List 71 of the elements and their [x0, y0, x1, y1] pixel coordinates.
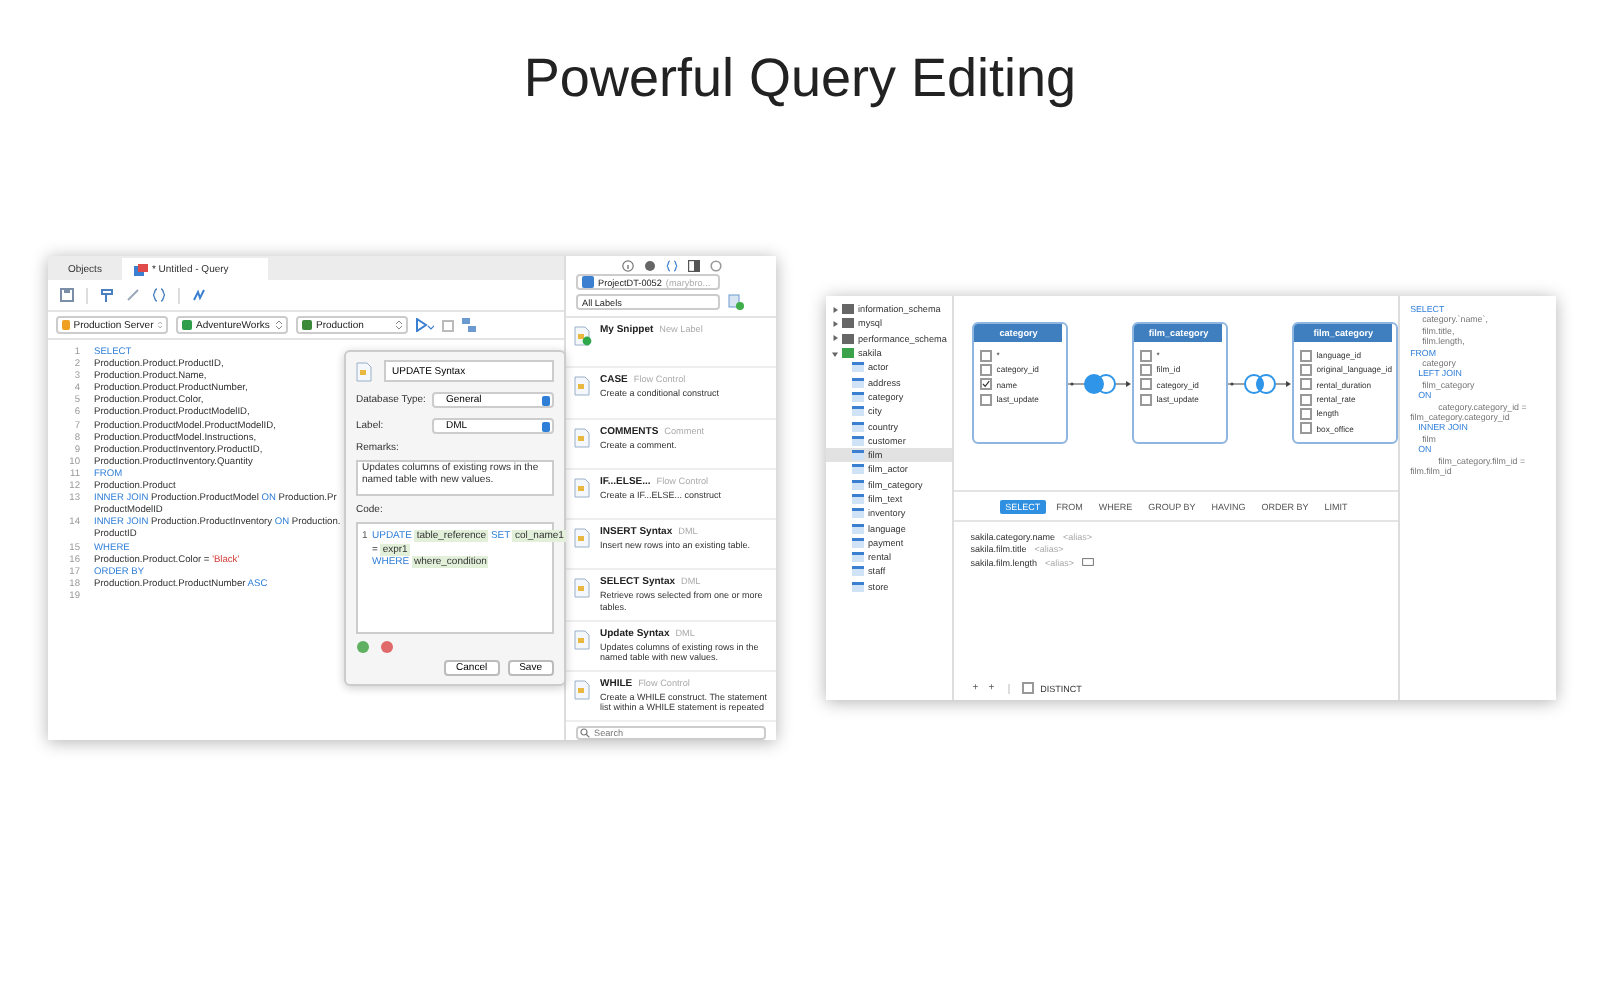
- headline: Powerful Query Editing: [521, 46, 1079, 112]
- snippet-icon: [574, 427, 592, 448]
- checkbox[interactable]: [1140, 378, 1153, 391]
- table-icon: [852, 377, 864, 388]
- save-icon[interactable]: [60, 288, 74, 302]
- table-icon: [852, 508, 864, 519]
- snippet-icon: [356, 361, 374, 381]
- checkbox[interactable]: [980, 363, 993, 376]
- panel-icon[interactable]: [687, 260, 699, 272]
- stop-icon[interactable]: [442, 319, 454, 331]
- add-snippet-icon[interactable]: [728, 294, 744, 310]
- table-icon: [852, 566, 864, 577]
- disclosure-icon[interactable]: [832, 349, 838, 358]
- snippet-icon: [574, 477, 592, 498]
- info-icon[interactable]: [621, 260, 633, 272]
- snippet-icon: [574, 629, 592, 650]
- checkbox[interactable]: [1300, 349, 1313, 362]
- table-icon: [852, 406, 864, 417]
- table-icon: [852, 362, 864, 373]
- table-icon: [852, 391, 864, 402]
- checkbox[interactable]: [1300, 422, 1313, 435]
- connection-icon: [62, 320, 70, 330]
- explain-icon[interactable]: [462, 318, 476, 332]
- table-icon: [852, 537, 864, 548]
- checkbox[interactable]: [1300, 407, 1313, 420]
- table-icon: [852, 552, 864, 563]
- user-snippet-icon: [574, 326, 592, 346]
- run-icon[interactable]: [416, 318, 434, 332]
- checkbox[interactable]: [980, 393, 993, 406]
- updown-icon: [276, 320, 282, 330]
- expression-icon[interactable]: [1082, 558, 1095, 567]
- table-icon: [852, 450, 864, 461]
- braces-icon[interactable]: [665, 260, 677, 272]
- updown-icon: [157, 320, 162, 330]
- chart-icon[interactable]: [192, 288, 206, 302]
- table-icon: [852, 464, 864, 475]
- snippet-icon: [574, 528, 592, 549]
- checkbox[interactable]: [1300, 378, 1313, 391]
- table-icon: [852, 479, 864, 490]
- disclosure-icon[interactable]: [832, 305, 838, 314]
- query-icon: [133, 263, 148, 275]
- search-icon: [580, 728, 590, 739]
- project-icon: [582, 276, 594, 288]
- table-icon: [852, 494, 864, 504]
- checkbox[interactable]: [1300, 393, 1313, 406]
- updown-icon: [396, 320, 402, 330]
- disclosure-icon[interactable]: [832, 334, 838, 343]
- add-icon[interactable]: [356, 640, 370, 654]
- braces-icon[interactable]: [152, 288, 166, 302]
- checkbox[interactable]: [1140, 363, 1153, 376]
- table-icon: [852, 523, 864, 534]
- dropdown-icon: [542, 395, 550, 405]
- connection-icon: [302, 320, 312, 330]
- checkbox[interactable]: [1140, 349, 1153, 362]
- snippet-icon: [574, 376, 592, 397]
- table-icon: [852, 421, 864, 432]
- snippet-icon: [574, 680, 592, 701]
- remove-icon[interactable]: [380, 640, 394, 654]
- connection-icon: [182, 320, 192, 330]
- checkbox[interactable]: [980, 349, 993, 362]
- disclosure-icon[interactable]: [832, 319, 838, 328]
- checkbox[interactable]: [1140, 393, 1153, 406]
- checkbox[interactable]: [1300, 363, 1313, 376]
- checkbox[interactable]: [1022, 682, 1035, 694]
- snippet-icon: [574, 578, 592, 599]
- table-icon: [852, 581, 864, 592]
- dropdown-icon: [542, 421, 550, 431]
- checkbox[interactable]: [980, 378, 993, 391]
- join-icon[interactable]: [1228, 372, 1293, 396]
- join-icon[interactable]: [1068, 372, 1133, 396]
- table-icon: [852, 435, 864, 446]
